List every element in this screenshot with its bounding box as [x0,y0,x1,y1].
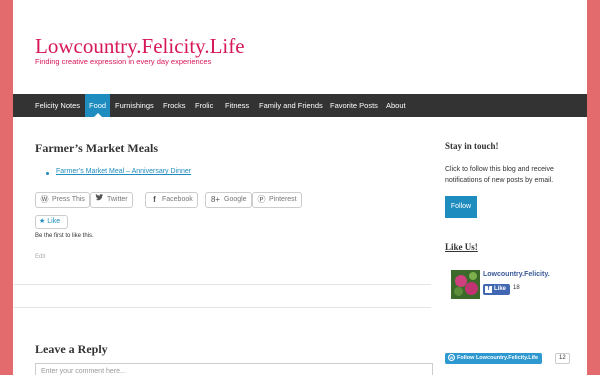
follow-button[interactable]: Follow [445,196,477,218]
nav-item-felicity-notes[interactable]: Felicity Notes [31,94,84,117]
like-first-text: Be the first to like this. [35,233,94,239]
wordpress-follow-count: 12 [555,353,570,364]
post-title: Farmer’s Market Meals [35,141,159,155]
share-twitter-button[interactable]: Twitter [90,192,133,208]
share-label: Twitter [107,196,128,203]
share-pinterest-button[interactable]: Ⓟ Pinterest [252,192,302,208]
star-icon: ★ [39,218,46,225]
reply-title: Leave a Reply [35,342,108,356]
facebook-page-name[interactable]: Lowcountry.Felicity. [483,271,550,278]
like-button[interactable]: ★ Like [35,215,68,229]
share-facebook-button[interactable]: f Facebook [145,192,198,208]
facebook-like-button[interactable]: f Like [483,284,510,295]
main-nav: Felicity Notes Food Furnishings Frocks F… [13,94,587,117]
pinterest-icon: Ⓟ [257,195,266,204]
nav-item-fitness[interactable]: Fitness [221,94,253,117]
post-link[interactable]: Farmer’s Market Meal – Anniversary Dinne… [56,168,191,175]
google-plus-icon: 8+ [210,195,221,204]
facebook-icon: f [485,286,492,293]
nav-item-furnishings[interactable]: Furnishings [111,94,158,117]
share-press-this-button[interactable]: Ⓦ Press This [35,192,90,208]
edit-link[interactable]: Edit [35,254,45,260]
nav-item-food[interactable]: Food [85,94,111,117]
facebook-icon: f [153,195,156,204]
page: Lowcountry.Felicity.Life Finding creativ… [13,0,587,375]
list-bullet [46,172,49,175]
nav-item-frolic[interactable]: Frolic [191,94,217,117]
share-label: Press This [52,196,85,203]
facebook-page-thumbnail[interactable] [451,270,480,299]
facebook-like-count: 18 [513,285,520,291]
stay-in-touch-text: Click to follow this blog and receive no… [445,166,554,184]
nav-item-favorite-posts[interactable]: Favorite Posts [326,94,382,117]
nav-item-family-and-friends[interactable]: Family and Friends [255,94,327,117]
divider [13,284,431,285]
nav-item-about[interactable]: About [382,94,410,117]
wordpress-icon: Ⓦ [40,195,49,204]
site-title[interactable]: Lowcountry.Felicity.Life [35,34,245,59]
twitter-icon [95,193,104,202]
like-us-title[interactable]: Like Us! [445,242,478,252]
share-label: Google [224,196,247,203]
like-label: Like [47,218,61,225]
divider [13,307,431,308]
share-google-button[interactable]: 8+ Google [205,192,252,208]
share-label: Facebook [162,196,193,203]
comment-input[interactable]: Enter your comment here... [35,363,433,375]
stay-in-touch-title: Stay in touch! [445,141,499,151]
wordpress-follow-label: Follow Lowcountry.Felicity.Life [457,355,539,361]
share-label: Pinterest [269,196,297,203]
nav-item-frocks[interactable]: Frocks [159,94,190,117]
wordpress-icon: W [448,354,455,361]
site-tagline: Finding creative expression in every day… [35,57,212,66]
wordpress-follow-button[interactable]: W Follow Lowcountry.Felicity.Life [445,353,543,364]
facebook-like-label: Like [494,286,507,292]
